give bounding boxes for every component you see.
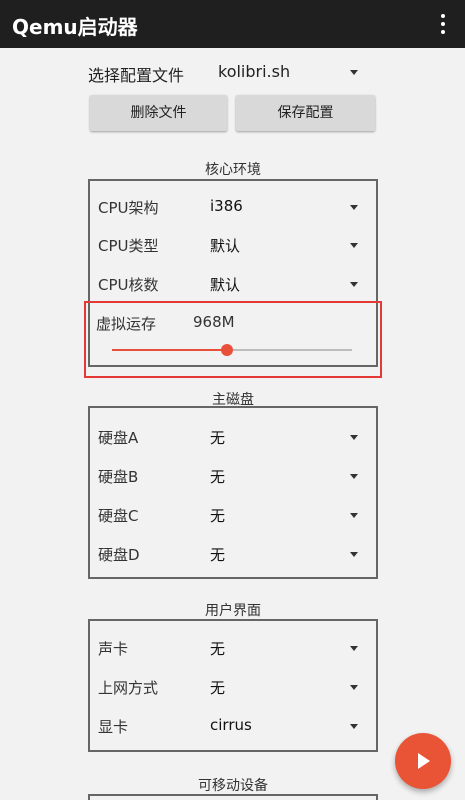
section-title-removable: 可移动设备 [198, 778, 268, 794]
dropdown-arrow-icon [350, 282, 358, 287]
start-vm-button[interactable] [395, 733, 451, 789]
app-bar: Qemu启动器 [0, 0, 465, 48]
dropdown-arrow-icon [350, 552, 358, 557]
cpu-arch-select[interactable]: CPU架构 i386 [98, 192, 368, 222]
field-label: CPU核数 [98, 276, 159, 294]
dropdown-arrow-icon [350, 435, 358, 440]
disk-d-select[interactable]: 硬盘D 无 [98, 539, 368, 569]
field-label: 硬盘A [98, 429, 139, 447]
removable-section [88, 794, 378, 800]
field-value: 默认 [210, 237, 241, 255]
field-value: 默认 [210, 276, 241, 294]
section-title-core: 核心环境 [205, 162, 261, 178]
graphics-card-select[interactable]: 显卡 cirrus [98, 711, 368, 741]
slider-fill [112, 349, 228, 351]
dropdown-arrow-icon [350, 685, 358, 690]
network-select[interactable]: 上网方式 无 [98, 672, 368, 702]
field-label: 硬盘D [98, 546, 140, 564]
config-file-label: 选择配置文件 [88, 66, 185, 85]
field-label: 声卡 [98, 640, 129, 658]
field-label: CPU类型 [98, 237, 159, 255]
field-value: 无 [210, 640, 226, 658]
more-vert-icon[interactable] [429, 10, 457, 38]
field-label: 显卡 [98, 718, 129, 736]
disk-c-select[interactable]: 硬盘C 无 [98, 500, 368, 530]
config-file-value: kolibri.sh [218, 62, 291, 81]
dropdown-arrow-icon [350, 70, 358, 75]
play-icon [418, 753, 430, 769]
memory-label: 虚拟运存 [96, 315, 157, 333]
cpu-type-select[interactable]: CPU类型 默认 [98, 230, 368, 260]
field-value: 无 [210, 679, 226, 697]
app-title: Qemu启动器 [12, 15, 138, 39]
memory-value: 968M [193, 313, 235, 331]
memory-slider[interactable] [112, 344, 352, 356]
save-config-button[interactable]: 保存配置 [236, 95, 375, 131]
ui-section: 声卡 无 上网方式 无 显卡 cirrus [88, 619, 378, 752]
field-value: 无 [210, 507, 226, 525]
dropdown-arrow-icon [350, 724, 358, 729]
field-label: CPU架构 [98, 199, 159, 217]
field-label: 上网方式 [98, 679, 159, 697]
field-value: i386 [210, 197, 243, 215]
disks-section: 硬盘A 无 硬盘B 无 硬盘C 无 硬盘D 无 [88, 406, 378, 579]
field-label: 硬盘B [98, 468, 139, 486]
dropdown-arrow-icon [350, 474, 358, 479]
disk-a-select[interactable]: 硬盘A 无 [98, 422, 368, 452]
dropdown-arrow-icon [350, 646, 358, 651]
config-file-select[interactable]: 选择配置文件 kolibri.sh [88, 58, 376, 88]
sound-card-select[interactable]: 声卡 无 [98, 633, 368, 663]
dropdown-arrow-icon [350, 205, 358, 210]
field-value: 无 [210, 429, 226, 447]
field-value: 无 [210, 546, 226, 564]
field-value: cirrus [210, 716, 252, 734]
disk-b-select[interactable]: 硬盘B 无 [98, 461, 368, 491]
dropdown-arrow-icon [350, 243, 358, 248]
section-title-ui: 用户界面 [205, 603, 261, 619]
field-value: 无 [210, 468, 226, 486]
field-label: 硬盘C [98, 507, 139, 525]
delete-file-button[interactable]: 删除文件 [90, 95, 227, 131]
dropdown-arrow-icon [350, 513, 358, 518]
cpu-cores-select[interactable]: CPU核数 默认 [98, 269, 368, 299]
